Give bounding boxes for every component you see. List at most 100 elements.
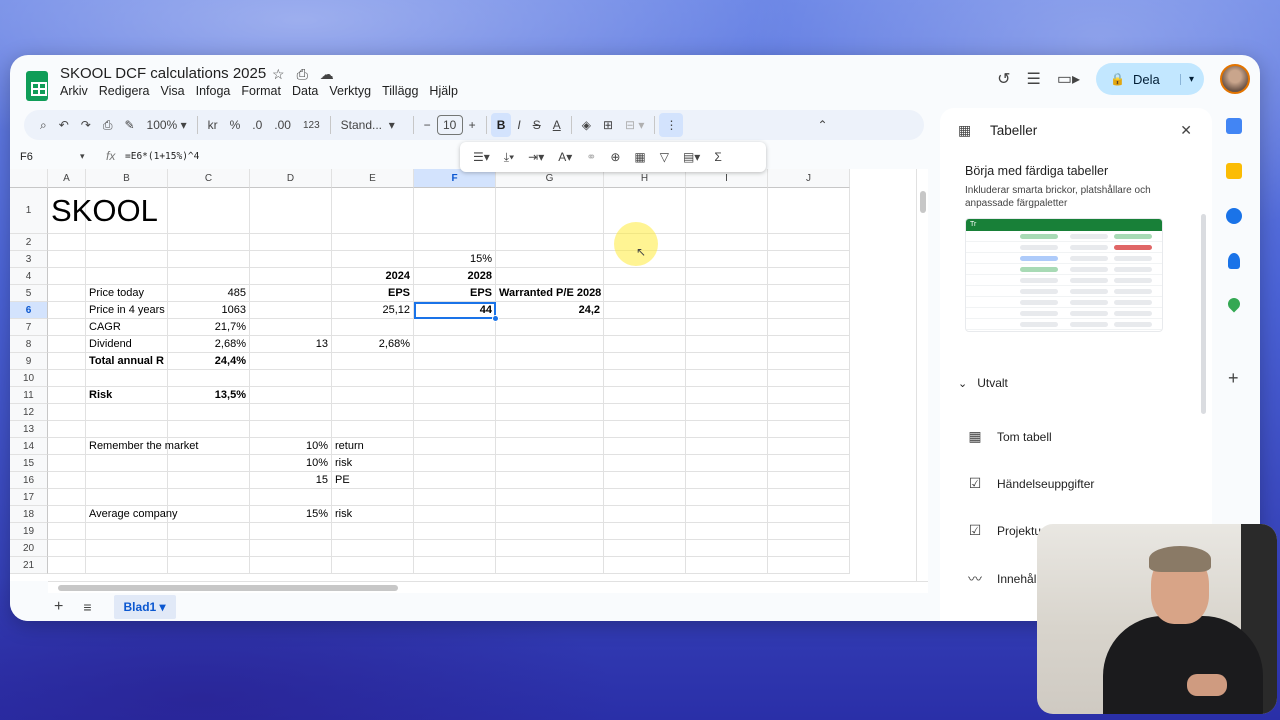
cell-a16[interactable] [48,472,86,489]
cell-c5[interactable]: 485 [168,285,250,302]
name-box-dropdown-icon[interactable]: ▾ [80,151,85,162]
cell-i10[interactable] [686,370,768,387]
cell-b10[interactable] [86,370,168,387]
cell-i9[interactable] [686,353,768,370]
featured-section-toggle[interactable]: ⌄ Utvalt [958,376,1008,390]
cell-f19[interactable] [414,523,496,540]
row-header-17[interactable]: 17 [10,489,48,506]
cell-a12[interactable] [48,404,86,421]
cell-j12[interactable] [768,404,850,421]
cell-c6[interactable]: 1063 [168,302,250,319]
cell-i3[interactable] [686,251,768,268]
star-icon[interactable]: ☆ [272,66,285,83]
cell-j6[interactable] [768,302,850,319]
cell-j18[interactable] [768,506,850,523]
comments-icon[interactable]: ☰ [1027,69,1041,89]
cell-b20[interactable] [86,540,168,557]
insert-chart-icon[interactable]: ▦ [627,150,652,164]
row-header-15[interactable]: 15 [10,455,48,472]
row-header-7[interactable]: 7 [10,319,48,336]
redo-icon[interactable]: ↷ [75,113,97,137]
cell-i17[interactable] [686,489,768,506]
cell-g3[interactable] [496,251,604,268]
horizontal-scrollbar[interactable] [48,581,928,593]
cell-h19[interactable] [604,523,686,540]
cell-f8[interactable] [414,336,496,353]
cell-j20[interactable] [768,540,850,557]
menu-redigera[interactable]: Redigera [99,84,150,98]
cell-i14[interactable] [686,438,768,455]
cell-f15[interactable] [414,455,496,472]
close-icon[interactable]: ✕ [1180,122,1192,139]
cell-d8[interactable]: 13 [250,336,332,353]
cell-f13[interactable] [414,421,496,438]
cell-e6[interactable]: 25,12 [332,302,414,319]
cell-i20[interactable] [686,540,768,557]
cell-b11[interactable]: Risk [86,387,168,404]
cell-d14[interactable]: 10% [250,438,332,455]
share-button[interactable]: 🔒 Dela ▾ [1096,63,1204,95]
menu-hjalp[interactable]: Hjälp [429,84,458,98]
cell-b9[interactable]: Total annual R [86,353,168,370]
cell-a13[interactable] [48,421,86,438]
cell-c19[interactable] [168,523,250,540]
cell-i6[interactable] [686,302,768,319]
cell-j9[interactable] [768,353,850,370]
document-title[interactable]: SKOOL DCF calculations 2025 [60,65,266,82]
cell-c8[interactable]: 2,68% [168,336,250,353]
cell-j13[interactable] [768,421,850,438]
cell-a20[interactable] [48,540,86,557]
cell-g14[interactable] [496,438,604,455]
cell-a14[interactable] [48,438,86,455]
cell-g1[interactable] [496,188,604,234]
row-header-14[interactable]: 14 [10,438,48,455]
cell-d11[interactable] [250,387,332,404]
all-sheets-icon[interactable]: ≡ [83,599,91,615]
text-wrap-icon[interactable]: ⇥▾ [521,150,551,164]
row-header-16[interactable]: 16 [10,472,48,489]
cell-e4[interactable]: 2024 [332,268,414,285]
cell-j16[interactable] [768,472,850,489]
cell-f7[interactable] [414,319,496,336]
cell-e19[interactable] [332,523,414,540]
cell-c7[interactable]: 21,7% [168,319,250,336]
horizontal-scroll-thumb[interactable] [58,585,398,591]
cell-a17[interactable] [48,489,86,506]
panel-item-project[interactable]: ☑ Projektup [965,522,1048,539]
vertical-align-icon[interactable]: ⤓▾ [497,150,521,165]
account-avatar[interactable] [1220,64,1250,94]
cell-e18[interactable]: risk [332,506,414,523]
cell-b1[interactable] [86,188,168,234]
cell-f4[interactable]: 2028 [414,268,496,285]
cell-c21[interactable] [168,557,250,574]
cell-b8[interactable]: Dividend [86,336,168,353]
filter-views-icon[interactable]: ▤▾ [676,150,707,164]
cell-j8[interactable] [768,336,850,353]
cell-e14[interactable]: return [332,438,414,455]
cell-f14[interactable] [414,438,496,455]
cell-f3[interactable]: 15% [414,251,496,268]
cell-c13[interactable] [168,421,250,438]
column-header-a[interactable]: A [48,169,86,188]
text-rotation-icon[interactable]: A▾ [551,150,579,164]
cell-e16[interactable]: PE [332,472,414,489]
cell-a6[interactable] [48,302,86,319]
cell-e8[interactable]: 2,68% [332,336,414,353]
cell-g6[interactable]: 24,2 [496,302,604,319]
cell-d3[interactable] [250,251,332,268]
cell-h15[interactable] [604,455,686,472]
cell-e11[interactable] [332,387,414,404]
row-header-4[interactable]: 4 [10,268,48,285]
cell-i15[interactable] [686,455,768,472]
cell-c10[interactable] [168,370,250,387]
cell-d10[interactable] [250,370,332,387]
decrease-decimal-button[interactable]: .0 [246,113,268,137]
cell-c18[interactable] [168,506,250,523]
cell-a4[interactable] [48,268,86,285]
cell-b15[interactable] [86,455,168,472]
cell-f21[interactable] [414,557,496,574]
cell-g5[interactable]: Warranted P/E 2028 [496,285,604,302]
cell-c15[interactable] [168,455,250,472]
cell-i5[interactable] [686,285,768,302]
cell-j2[interactable] [768,234,850,251]
